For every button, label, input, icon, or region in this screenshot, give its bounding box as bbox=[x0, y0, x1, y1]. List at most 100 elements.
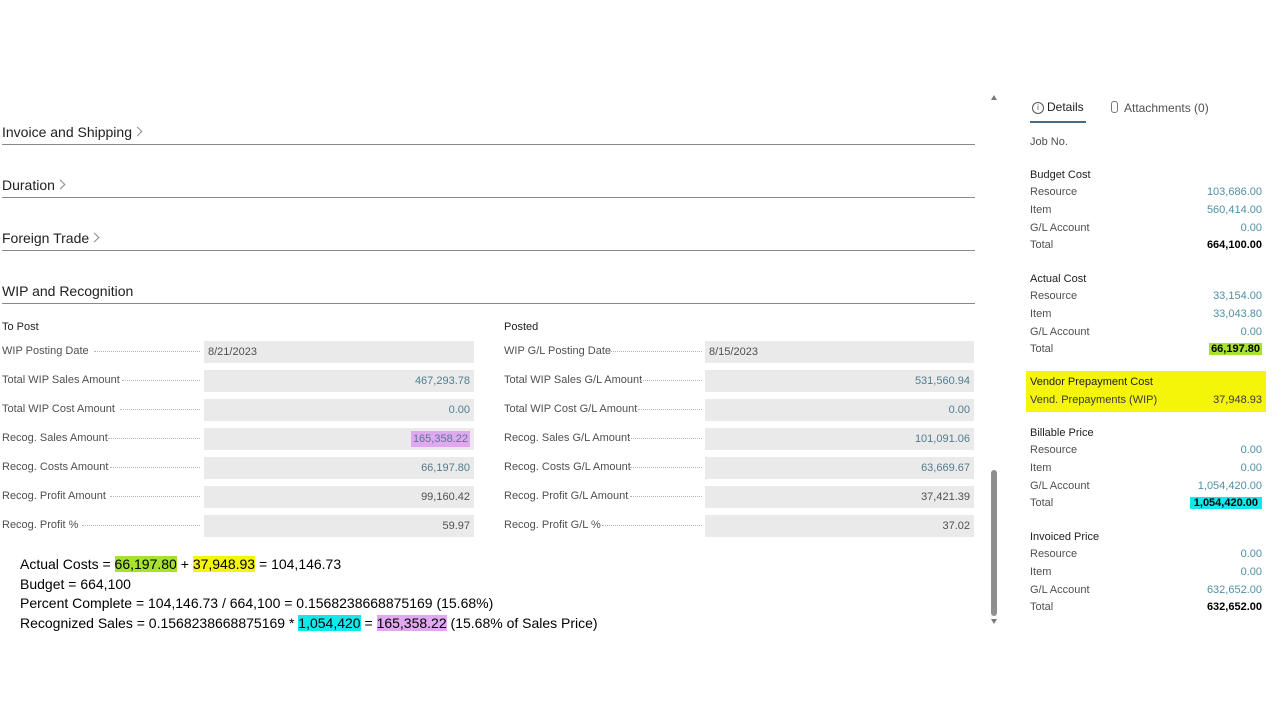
field-label: Recog. Costs Amount bbox=[2, 461, 109, 473]
note-text: (15.68% of Sales Price) bbox=[446, 615, 598, 631]
field-leader bbox=[640, 380, 702, 381]
field-value[interactable]: 101,091.06 bbox=[705, 428, 974, 450]
field-recog-profit-pct: Recog. Profit % 59.97 bbox=[2, 515, 474, 537]
billable-resource-value[interactable]: 0.00 bbox=[1241, 444, 1262, 456]
field-leader bbox=[630, 467, 702, 468]
invoiced-price-title: Invoiced Price bbox=[1030, 531, 1100, 543]
tab-label: Details bbox=[1047, 100, 1084, 114]
billable-gl-value[interactable]: 1,054,420.00 bbox=[1198, 480, 1262, 492]
field-leader bbox=[608, 351, 702, 352]
budget-item-label: Item bbox=[1030, 204, 1052, 216]
tab-details[interactable]: i Details bbox=[1032, 100, 1084, 115]
field-value[interactable]: 66,197.80 bbox=[204, 457, 474, 479]
field-value[interactable]: 63,669.67 bbox=[705, 457, 974, 479]
scrollbar-thumb[interactable] bbox=[991, 470, 997, 616]
field-total-wip-sales-amount: Total WIP Sales Amount 467,293.78 bbox=[2, 370, 474, 392]
note-highlight-actual-cost: 66,197.80 bbox=[114, 556, 177, 572]
invoiced-item-value[interactable]: 0.00 bbox=[1241, 566, 1262, 578]
highlighted-value: 165,358.22 bbox=[410, 431, 470, 447]
field-leader bbox=[122, 380, 200, 381]
note-highlight-recog-sales: 165,358.22 bbox=[376, 615, 447, 631]
actual-item-value[interactable]: 33,043.80 bbox=[1213, 308, 1262, 320]
field-total-wip-sales-gl-amount: Total WIP Sales G/L Amount 531,560.94 bbox=[504, 370, 974, 392]
field-label: Total WIP Sales Amount bbox=[2, 374, 120, 386]
budget-gl-label: G/L Account bbox=[1030, 222, 1090, 234]
note-percent-complete: Percent Complete = 104,146.73 / 664,100 … bbox=[20, 595, 494, 611]
posted-group-title: Posted bbox=[504, 321, 539, 333]
field-label: WIP Posting Date bbox=[2, 345, 89, 357]
field-value[interactable]: 8/15/2023 bbox=[705, 341, 974, 363]
field-value[interactable]: 165,358.22 bbox=[204, 428, 474, 450]
section-wip-recognition[interactable]: WIP and Recognition bbox=[2, 283, 975, 304]
billable-item-value[interactable]: 0.00 bbox=[1241, 462, 1262, 474]
invoiced-item-label: Item bbox=[1030, 566, 1052, 578]
field-wip-gl-posting-date: WIP G/L Posting Date 8/15/2023 bbox=[504, 341, 974, 363]
field-value[interactable]: 531,560.94 bbox=[705, 370, 974, 392]
chevron-right-icon[interactable] bbox=[89, 232, 100, 243]
actual-gl-value[interactable]: 0.00 bbox=[1241, 326, 1262, 338]
note-recognized-sales: Recognized Sales = 0.1568238668875169 * … bbox=[20, 615, 598, 631]
field-recog-profit-gl-pct: Recog. Profit G/L % 37.02 bbox=[504, 515, 974, 537]
field-value[interactable]: 59.97 bbox=[204, 515, 474, 537]
field-value[interactable]: 99,160.42 bbox=[204, 486, 474, 508]
field-leader bbox=[602, 525, 702, 526]
field-recog-sales-gl-amount: Recog. Sales G/L Amount 101,091.06 bbox=[504, 428, 974, 450]
field-wip-posting-date: WIP Posting Date 8/21/2023 bbox=[2, 341, 474, 363]
tab-attachments[interactable]: Attachments (0) bbox=[1111, 100, 1209, 115]
note-actual-costs: Actual Costs = 66,197.80 + 37,948.93 = 1… bbox=[20, 556, 341, 572]
note-budget: Budget = 664,100 bbox=[20, 576, 131, 592]
to-post-group-title: To Post bbox=[2, 321, 39, 333]
actual-resource-label: Resource bbox=[1030, 290, 1078, 302]
invoiced-gl-value[interactable]: 632,652.00 bbox=[1207, 584, 1262, 596]
field-value[interactable]: 37.02 bbox=[705, 515, 974, 537]
chevron-right-icon[interactable] bbox=[132, 126, 143, 137]
field-recog-costs-gl-amount: Recog. Costs G/L Amount 63,669.67 bbox=[504, 457, 974, 479]
field-leader bbox=[630, 496, 702, 497]
paperclip-icon bbox=[1111, 101, 1118, 113]
scroll-down-arrow-icon[interactable] bbox=[991, 619, 997, 624]
vendor-prepayment-label: Vend. Prepayments (WIP) bbox=[1030, 394, 1158, 406]
budget-gl-value[interactable]: 0.00 bbox=[1241, 222, 1262, 234]
budget-total-label: Total bbox=[1030, 239, 1054, 251]
tab-active-indicator bbox=[1030, 121, 1086, 123]
section-title[interactable]: Duration bbox=[2, 177, 55, 193]
field-leader bbox=[82, 525, 200, 526]
field-label: Total WIP Cost Amount bbox=[2, 403, 115, 415]
field-value[interactable]: 467,293.78 bbox=[204, 370, 474, 392]
section-duration[interactable]: Duration bbox=[2, 177, 975, 198]
section-invoice-shipping[interactable]: Invoice and Shipping bbox=[2, 124, 975, 145]
invoiced-total-value: 632,652.00 bbox=[1206, 601, 1262, 613]
field-label: Total WIP Cost G/L Amount bbox=[504, 403, 638, 415]
field-label: Recog. Profit Amount bbox=[2, 490, 106, 502]
budget-resource-value[interactable]: 103,686.00 bbox=[1207, 186, 1262, 198]
actual-total-label: Total bbox=[1030, 343, 1054, 355]
field-label: Recog. Costs G/L Amount bbox=[504, 461, 631, 473]
field-value[interactable]: 0.00 bbox=[705, 399, 974, 421]
field-value[interactable]: 37,421.39 bbox=[705, 486, 974, 508]
billable-gl-label: G/L Account bbox=[1030, 480, 1090, 492]
note-text: Recognized Sales = 0.1568238668875169 * bbox=[20, 615, 299, 631]
section-title[interactable]: Foreign Trade bbox=[2, 230, 89, 246]
field-recog-profit-amount: Recog. Profit Amount 99,160.42 bbox=[2, 486, 474, 508]
budget-item-value[interactable]: 560,414.00 bbox=[1207, 204, 1262, 216]
field-total-wip-cost-gl-amount: Total WIP Cost G/L Amount 0.00 bbox=[504, 399, 974, 421]
note-text: = 104,146.73 bbox=[255, 556, 342, 572]
billable-item-label: Item bbox=[1030, 462, 1052, 474]
chevron-right-icon[interactable] bbox=[55, 179, 66, 190]
section-foreign-trade[interactable]: Foreign Trade bbox=[2, 230, 975, 251]
field-label: WIP G/L Posting Date bbox=[504, 345, 611, 357]
actual-cost-title: Actual Cost bbox=[1030, 273, 1087, 285]
invoiced-resource-value[interactable]: 0.00 bbox=[1241, 548, 1262, 560]
field-recog-costs-amount: Recog. Costs Amount 66,197.80 bbox=[2, 457, 474, 479]
actual-resource-value[interactable]: 33,154.00 bbox=[1213, 290, 1262, 302]
field-label: Recog. Profit % bbox=[2, 519, 79, 531]
field-value[interactable]: 0.00 bbox=[204, 399, 474, 421]
field-leader bbox=[628, 438, 702, 439]
section-title[interactable]: WIP and Recognition bbox=[2, 283, 133, 299]
section-title[interactable]: Invoice and Shipping bbox=[2, 124, 132, 140]
field-value[interactable]: 8/21/2023 bbox=[204, 341, 474, 363]
budget-total-value: 664,100.00 bbox=[1206, 239, 1262, 251]
vendor-prepayment-value[interactable]: 37,948.93 bbox=[1213, 394, 1262, 406]
invoiced-gl-label: G/L Account bbox=[1030, 584, 1090, 596]
scroll-up-arrow-icon[interactable] bbox=[991, 95, 997, 100]
